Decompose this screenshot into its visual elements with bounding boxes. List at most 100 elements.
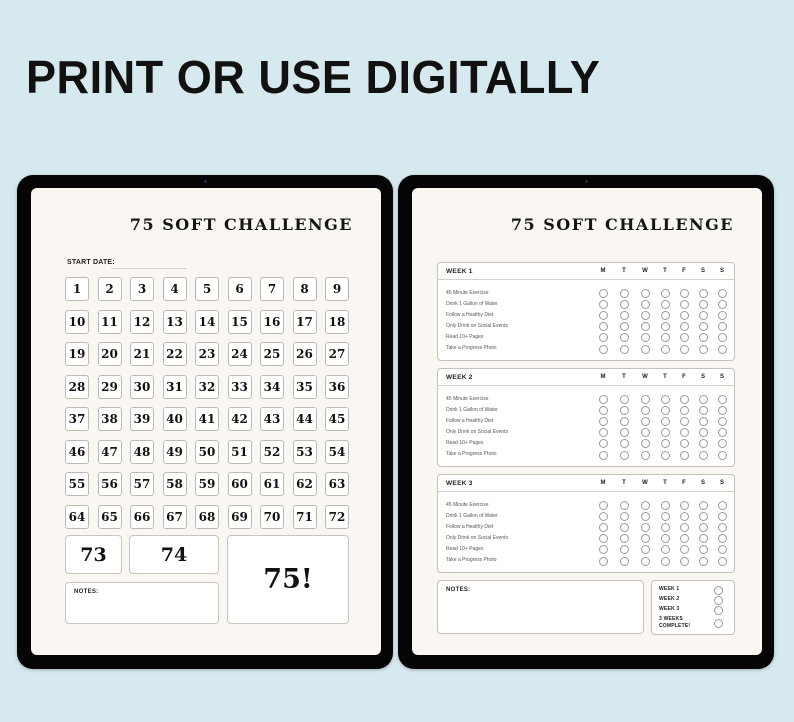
habit-checkbox[interactable] xyxy=(717,534,727,544)
habit-checkbox[interactable] xyxy=(698,333,708,343)
day-box[interactable]: 63 xyxy=(325,472,349,496)
day-box[interactable]: 45 xyxy=(325,407,349,431)
day-box[interactable]: 14 xyxy=(195,309,219,334)
day-box[interactable]: 36 xyxy=(325,374,349,399)
habit-checkbox[interactable] xyxy=(660,450,670,460)
habit-checkbox[interactable] xyxy=(717,395,727,404)
day-box[interactable]: 20 xyxy=(97,342,122,366)
habit-checkbox[interactable] xyxy=(640,333,650,343)
habit-checkbox[interactable] xyxy=(679,439,689,449)
habit-checkbox[interactable] xyxy=(698,395,708,404)
day-box[interactable]: 55 xyxy=(65,472,89,496)
day-box[interactable]: 21 xyxy=(130,342,154,366)
day-box[interactable]: 50 xyxy=(195,439,219,464)
habit-checkbox[interactable] xyxy=(679,289,689,298)
habit-checkbox[interactable] xyxy=(619,322,629,332)
habit-checkbox[interactable] xyxy=(717,311,727,321)
day-box[interactable]: 71 xyxy=(292,504,317,529)
habit-checkbox[interactable] xyxy=(660,333,670,343)
habit-checkbox[interactable] xyxy=(679,417,689,427)
day-box[interactable]: 53 xyxy=(292,439,317,464)
habit-checkbox[interactable] xyxy=(660,512,670,522)
habit-checkbox[interactable] xyxy=(640,428,650,438)
habit-checkbox[interactable] xyxy=(717,512,727,522)
day-box[interactable]: 59 xyxy=(195,472,219,496)
habit-checkbox[interactable] xyxy=(698,428,708,438)
day-box[interactable]: 47 xyxy=(97,439,122,464)
day-box[interactable]: 62 xyxy=(292,472,317,496)
habit-checkbox[interactable] xyxy=(598,322,608,332)
day-box[interactable]: 69 xyxy=(227,504,252,529)
habit-checkbox[interactable] xyxy=(598,417,608,427)
habit-checkbox[interactable] xyxy=(679,428,689,438)
day-box[interactable]: 18 xyxy=(325,309,349,334)
habit-checkbox[interactable] xyxy=(698,545,708,555)
habit-checkbox[interactable] xyxy=(698,300,708,310)
day-box[interactable]: 40 xyxy=(162,407,187,431)
habit-checkbox[interactable] xyxy=(698,417,708,427)
habit-checkbox[interactable] xyxy=(660,501,670,510)
habit-checkbox[interactable] xyxy=(679,406,689,416)
habit-checkbox[interactable] xyxy=(698,501,708,510)
day-box[interactable]: 46 xyxy=(65,439,89,464)
habit-checkbox[interactable] xyxy=(660,311,670,321)
day-box[interactable]: 48 xyxy=(130,439,154,464)
habit-checkbox[interactable] xyxy=(598,501,608,510)
day-box[interactable]: 29 xyxy=(97,374,122,399)
habit-checkbox[interactable] xyxy=(598,512,608,522)
habit-checkbox[interactable] xyxy=(679,545,689,555)
habit-checkbox[interactable] xyxy=(698,534,708,544)
habit-checkbox[interactable] xyxy=(698,289,708,298)
habit-checkbox[interactable] xyxy=(660,300,670,310)
habit-checkbox[interactable] xyxy=(660,289,670,298)
day-box[interactable]: 17 xyxy=(292,309,317,334)
day-box[interactable]: 3 xyxy=(130,277,154,301)
day-box[interactable]: 56 xyxy=(97,472,122,496)
habit-checkbox[interactable] xyxy=(598,556,608,566)
habit-checkbox[interactable] xyxy=(598,406,608,416)
habit-checkbox[interactable] xyxy=(619,512,629,522)
day-box[interactable]: 19 xyxy=(65,342,89,366)
habit-checkbox[interactable] xyxy=(717,545,727,555)
day-box[interactable]: 25 xyxy=(260,342,284,366)
habit-checkbox[interactable] xyxy=(660,344,670,354)
habit-checkbox[interactable] xyxy=(619,344,629,354)
day-box[interactable]: 72 xyxy=(325,504,349,529)
habit-checkbox[interactable] xyxy=(640,344,650,354)
day-73-box[interactable]: 73 xyxy=(65,535,122,574)
habit-checkbox[interactable] xyxy=(660,556,670,566)
habit-checkbox[interactable] xyxy=(717,333,727,343)
habit-checkbox[interactable] xyxy=(717,501,727,510)
day-box[interactable]: 51 xyxy=(227,439,252,464)
day-box[interactable]: 64 xyxy=(65,504,89,529)
day-box[interactable]: 58 xyxy=(162,472,187,496)
day-box[interactable]: 33 xyxy=(227,374,252,399)
habit-checkbox[interactable] xyxy=(640,556,650,566)
summary-checkbox[interactable] xyxy=(714,619,723,628)
habit-checkbox[interactable] xyxy=(619,534,629,544)
day-box[interactable]: 24 xyxy=(227,342,252,366)
habit-checkbox[interactable] xyxy=(679,556,689,566)
day-box[interactable]: 1 xyxy=(65,277,89,301)
day-box[interactable]: 38 xyxy=(97,407,122,431)
habit-checkbox[interactable] xyxy=(640,501,650,510)
habit-checkbox[interactable] xyxy=(640,417,650,427)
day-box[interactable]: 4 xyxy=(162,277,187,301)
day-box[interactable]: 70 xyxy=(260,504,284,529)
habit-checkbox[interactable] xyxy=(640,322,650,332)
day-box[interactable]: 35 xyxy=(292,374,317,399)
habit-checkbox[interactable] xyxy=(619,395,629,404)
day-box[interactable]: 28 xyxy=(65,374,89,399)
habit-checkbox[interactable] xyxy=(619,556,629,566)
summary-checkbox[interactable] xyxy=(714,586,723,595)
day-box[interactable]: 31 xyxy=(162,374,187,399)
habit-checkbox[interactable] xyxy=(619,439,629,449)
habit-checkbox[interactable] xyxy=(717,406,727,416)
habit-checkbox[interactable] xyxy=(717,289,727,298)
start-date-field[interactable] xyxy=(111,268,187,269)
day-box[interactable]: 11 xyxy=(97,309,122,334)
habit-checkbox[interactable] xyxy=(660,428,670,438)
habit-checkbox[interactable] xyxy=(640,523,650,533)
day-box[interactable]: 5 xyxy=(195,277,219,301)
habit-checkbox[interactable] xyxy=(698,406,708,416)
